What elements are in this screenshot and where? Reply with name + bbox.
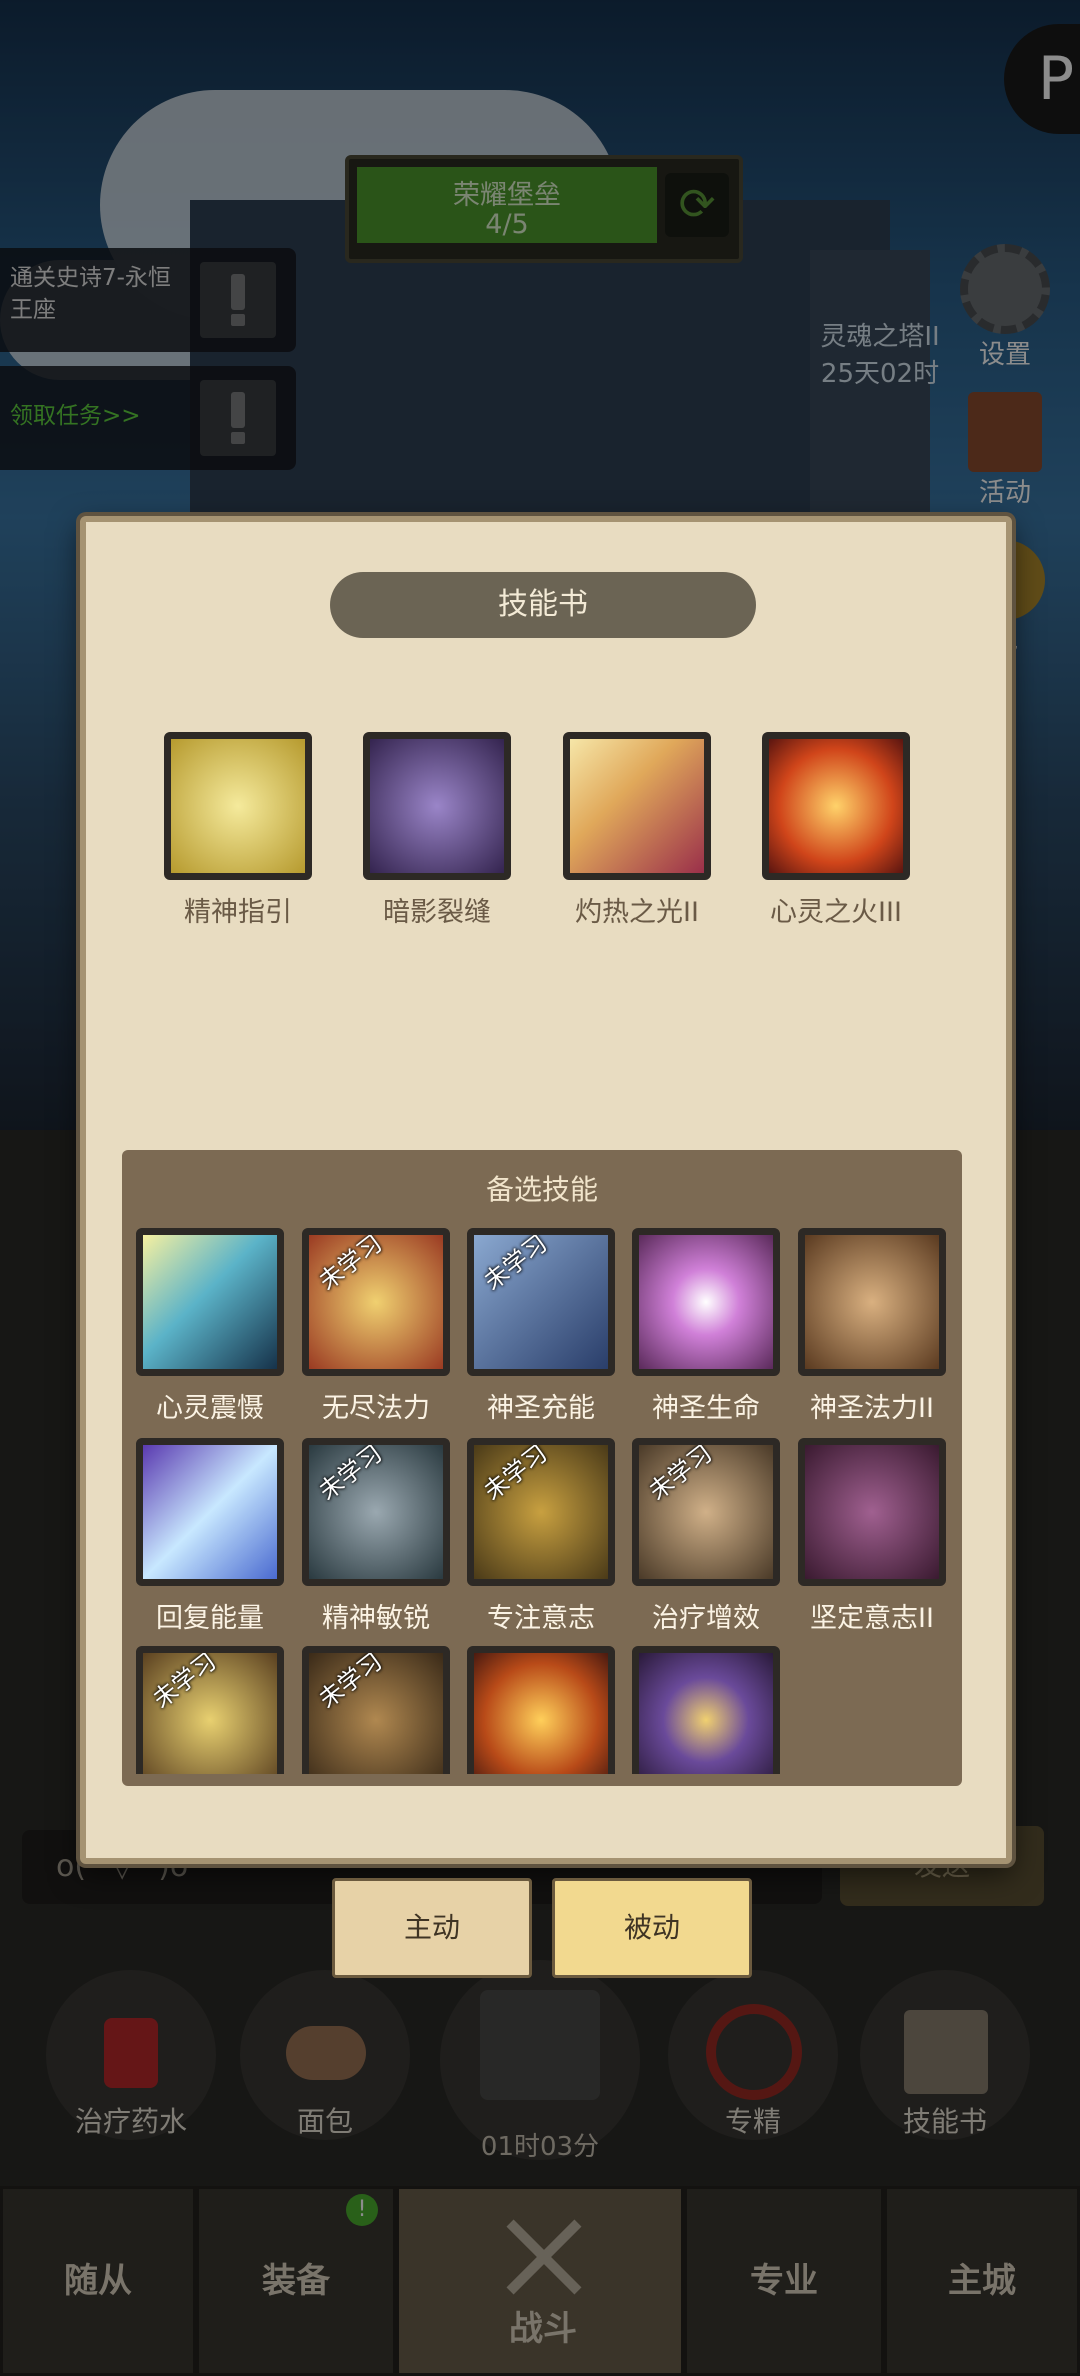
unlearned-tag: 未学习 — [478, 1229, 553, 1296]
alternative-skill[interactable]: 坚定意志II — [798, 1438, 946, 1635]
alternative-skill[interactable]: 未学习 专注意志 — [467, 1438, 615, 1635]
alternative-skill[interactable]: 未学习 治疗增效 — [632, 1438, 780, 1635]
alternative-skill[interactable]: 回复能量 — [136, 1438, 284, 1635]
skill-book-panel: 技能书 精神指引 暗影裂缝 灼热之光II 心灵之火III 备选技能 心灵震慑 未… — [80, 516, 1012, 1864]
unlearned-tag: 未学习 — [313, 1439, 388, 1506]
panel-title: 技能书 — [330, 572, 756, 638]
skill-label: 专注意志 — [487, 1603, 595, 1634]
skill-label: 心灵震慑 — [156, 1393, 264, 1424]
unlearned-tag: 未学习 — [313, 1647, 388, 1714]
alternative-skill[interactable] — [467, 1646, 615, 1774]
alternative-skills-title: 备选技能 — [485, 1173, 598, 1206]
skill-label: 心灵之火III — [770, 897, 902, 928]
skill-icon — [798, 1228, 946, 1376]
skill-icon — [363, 732, 511, 880]
alternative-skills-row-3: 未学习 未学习 — [122, 1646, 962, 1774]
skill-icon: 未学习 — [302, 1646, 450, 1774]
alternative-skill[interactable]: 心灵震慑 — [136, 1228, 284, 1425]
alternative-skill[interactable]: 未学习 — [302, 1646, 450, 1774]
skill-icon — [164, 732, 312, 880]
skill-label: 精神指引 — [184, 897, 292, 928]
equipped-skill[interactable]: 心灵之火III — [762, 732, 910, 929]
skill-label: 治疗增效 — [652, 1603, 760, 1634]
skill-label: 神圣生命 — [652, 1393, 760, 1424]
skill-icon — [563, 732, 711, 880]
skill-icon: 未学习 — [632, 1438, 780, 1586]
skill-label: 回复能量 — [156, 1603, 264, 1634]
alternative-skill[interactable]: 未学习 神圣充能 — [467, 1228, 615, 1425]
tab-passive-skills[interactable]: 被动 — [552, 1878, 752, 1978]
skill-label: 暗影裂缝 — [383, 897, 491, 928]
equipped-skill[interactable]: 灼热之光II — [563, 732, 711, 929]
unlearned-tag: 未学习 — [643, 1439, 718, 1506]
alternative-skill[interactable]: 未学习 精神敏锐 — [302, 1438, 450, 1635]
skill-label: 灼热之光II — [575, 897, 699, 928]
unlearned-tag: 未学习 — [478, 1439, 553, 1506]
alternative-skill[interactable]: 未学习 无尽法力 — [302, 1228, 450, 1425]
skill-icon — [632, 1646, 780, 1774]
alternative-skill[interactable]: 未学习 — [136, 1646, 284, 1774]
skill-icon: 未学习 — [467, 1438, 615, 1586]
skill-icon — [136, 1438, 284, 1586]
skill-label: 神圣充能 — [487, 1393, 595, 1424]
tab-active-skills[interactable]: 主动 — [332, 1878, 532, 1978]
alternative-skill[interactable]: 神圣法力II — [798, 1228, 946, 1425]
skill-icon: 未学习 — [136, 1646, 284, 1774]
skill-icon — [136, 1228, 284, 1376]
skill-label: 神圣法力II — [810, 1393, 934, 1424]
skill-icon — [632, 1228, 780, 1376]
skill-icon — [467, 1646, 615, 1774]
alternative-skill[interactable]: 神圣生命 — [632, 1228, 780, 1425]
skill-label: 无尽法力 — [322, 1393, 430, 1424]
alternative-skills-section: 备选技能 心灵震慑 未学习 无尽法力 未学习 神圣充能 神圣生命 神圣法力II — [122, 1150, 962, 1786]
skill-label: 坚定意志II — [810, 1603, 934, 1634]
skill-icon — [798, 1438, 946, 1586]
unlearned-tag: 未学习 — [147, 1647, 222, 1714]
skill-icon: 未学习 — [302, 1438, 450, 1586]
skill-label: 精神敏锐 — [322, 1603, 430, 1634]
skill-icon: 未学习 — [467, 1228, 615, 1376]
alternative-skill[interactable] — [632, 1646, 780, 1774]
skill-icon: 未学习 — [302, 1228, 450, 1376]
unlearned-tag: 未学习 — [313, 1229, 388, 1296]
equipped-skill[interactable]: 暗影裂缝 — [363, 732, 511, 929]
skill-icon — [762, 732, 910, 880]
equipped-skill[interactable]: 精神指引 — [164, 732, 312, 929]
